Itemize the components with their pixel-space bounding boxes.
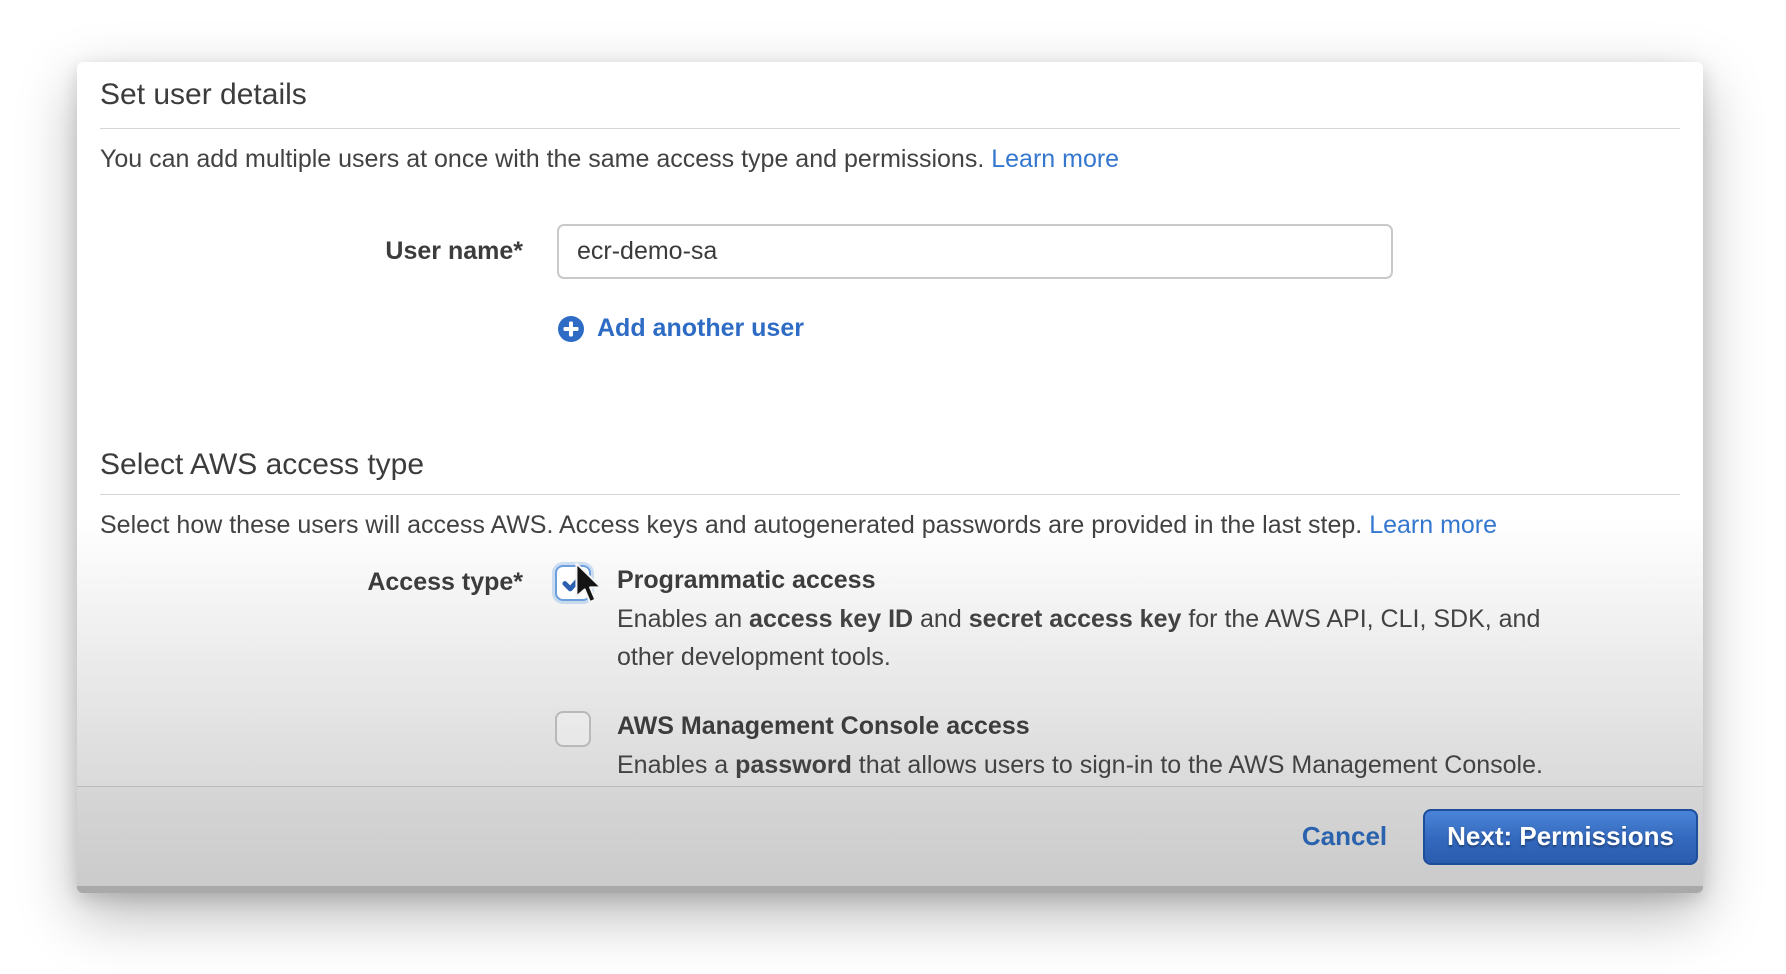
desc-bold: password (735, 751, 852, 779)
console-access-title: AWS Management Console access (617, 708, 1543, 744)
access-type-row: Access type* Programmatic access Enables… (100, 562, 1680, 784)
console-access-option: AWS Management Console access Enables a … (555, 708, 1543, 784)
access-type-section-title: Select AWS access type (100, 432, 1680, 484)
desc-text: Enables an (617, 605, 749, 633)
cancel-button[interactable]: Cancel (1302, 821, 1387, 852)
desc-text: other development tools. (617, 643, 891, 671)
user-details-intro-text: You can add multiple users at once with … (100, 145, 991, 173)
add-user-wizard-panel: Set user details You can add multiple us… (77, 62, 1703, 893)
wizard-footer: Cancel Next: Permissions (77, 786, 1703, 893)
page-title: Set user details (100, 62, 1680, 114)
next-permissions-button[interactable]: Next: Permissions (1423, 809, 1698, 865)
programmatic-access-option: Programmatic access Enables an access ke… (555, 562, 1543, 676)
access-type-label: Access type* (100, 562, 523, 784)
add-another-user-label: Add another user (597, 314, 804, 343)
programmatic-access-checkbox[interactable] (555, 565, 591, 601)
programmatic-access-title: Programmatic access (617, 562, 1540, 598)
user-name-input[interactable] (557, 224, 1393, 279)
desc-text: that allows users to sign-in to the AWS … (852, 751, 1543, 779)
desc-text: Enables a (617, 751, 735, 779)
checkmark-icon (560, 570, 586, 596)
console-access-description: Enables a password that allows users to … (617, 746, 1543, 784)
access-type-options: Programmatic access Enables an access ke… (555, 562, 1543, 784)
access-type-intro: Select how these users will access AWS. … (100, 495, 1680, 543)
console-access-checkbox[interactable] (555, 711, 591, 747)
desc-bold: access key ID (749, 605, 913, 633)
user-name-label: User name* (100, 237, 523, 266)
access-type-intro-text: Select how these users will access AWS. … (100, 511, 1369, 539)
desc-text: for the AWS API, CLI, SDK, and (1181, 605, 1540, 633)
user-details-intro: You can add multiple users at once with … (100, 129, 1680, 177)
plus-icon (557, 315, 585, 343)
learn-more-link[interactable]: Learn more (991, 145, 1119, 173)
learn-more-link[interactable]: Learn more (1369, 511, 1497, 539)
user-name-row: User name* (100, 224, 1680, 279)
desc-bold: secret access key (969, 605, 1182, 633)
desc-text: and (913, 605, 969, 633)
add-another-user-link[interactable]: Add another user (557, 314, 804, 343)
programmatic-access-description: Enables an access key ID and secret acce… (617, 600, 1540, 676)
